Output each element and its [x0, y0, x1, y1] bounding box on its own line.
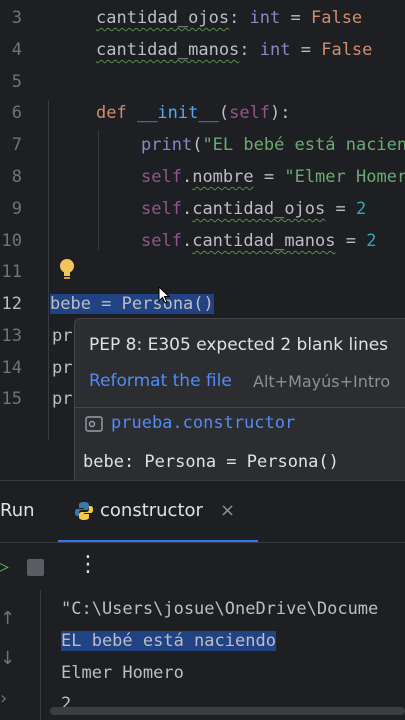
line-number: 6: [11, 103, 22, 123]
module-link[interactable]: prueba.constructor: [111, 413, 295, 433]
console-line: "C:\Users\josue\OneDrive\Docume: [61, 599, 379, 619]
code-line-15[interactable]: pr: [52, 389, 72, 409]
line-number: 11: [1, 262, 22, 282]
line-number: 9: [11, 199, 22, 219]
close-icon[interactable]: ×: [220, 500, 235, 521]
run-panel-title: Run: [0, 500, 35, 521]
lightbulb-icon[interactable]: [58, 258, 76, 280]
code-line-4[interactable]: cantidad_manos: int = False: [96, 40, 372, 60]
line-number: 4: [11, 40, 22, 60]
console-line-selected: EL bebé está naciendo: [61, 631, 276, 651]
inspection-message: PEP 8: E305 expected 2 blank lines: [89, 335, 389, 355]
code-line-14[interactable]: pr: [52, 358, 72, 378]
horizontal-scrollbar[interactable]: [50, 707, 405, 715]
line-number: 5: [11, 72, 22, 92]
stop-icon[interactable]: [27, 559, 44, 576]
code-line-13[interactable]: pr: [52, 326, 72, 346]
up-arrow-icon[interactable]: ↑: [0, 608, 15, 629]
line-number: 14: [1, 358, 22, 378]
module-icon: [85, 416, 103, 432]
declaration-text: bebe: Persona = Persona(): [83, 452, 339, 472]
chevron-right-icon[interactable]: ›: [0, 688, 7, 709]
more-icon[interactable]: ⋮: [77, 552, 99, 577]
line-number: 3: [11, 8, 22, 28]
shortcut-hint: Alt+Mayús+Intro: [253, 372, 391, 391]
console-line: EL bebé está naciendo: [61, 631, 276, 651]
line-number: 10: [1, 231, 22, 251]
code-line-7[interactable]: print("EL bebé está naciendo": [141, 135, 405, 155]
divider: [75, 407, 405, 408]
indent-guide: [98, 130, 99, 250]
code-line-8[interactable]: self.nombre = "Elmer Homero": [141, 167, 405, 187]
reformat-file-link[interactable]: Reformat the file: [89, 371, 232, 391]
inspection-tooltip: PEP 8: E305 expected 2 blank lines Refor…: [74, 318, 405, 484]
code-line-6[interactable]: def __init__(self):: [96, 103, 291, 123]
python-icon: [75, 502, 93, 520]
down-arrow-icon[interactable]: ↓: [0, 648, 15, 669]
line-number: 8: [11, 167, 22, 187]
line-number: 15: [1, 389, 22, 409]
rerun-icon[interactable]: ▷: [0, 556, 9, 577]
code-line-9[interactable]: self.cantidad_ojos = 2: [141, 199, 366, 219]
line-number: 13: [1, 326, 22, 346]
code-line-12[interactable]: bebe = Persona(): [50, 294, 214, 314]
run-toolbar: [0, 542, 405, 591]
tab-constructor[interactable]: constructor: [100, 500, 203, 521]
indent-guide: [48, 100, 49, 440]
code-line-10[interactable]: self.cantidad_manos = 2: [141, 231, 376, 251]
mouse-cursor-icon: [158, 286, 170, 304]
code-line-3[interactable]: cantidad_ojos: int = False: [96, 8, 362, 28]
line-number: 7: [11, 135, 22, 155]
console-line: Elmer Homero: [61, 663, 184, 683]
line-number-current: 12: [1, 294, 22, 314]
